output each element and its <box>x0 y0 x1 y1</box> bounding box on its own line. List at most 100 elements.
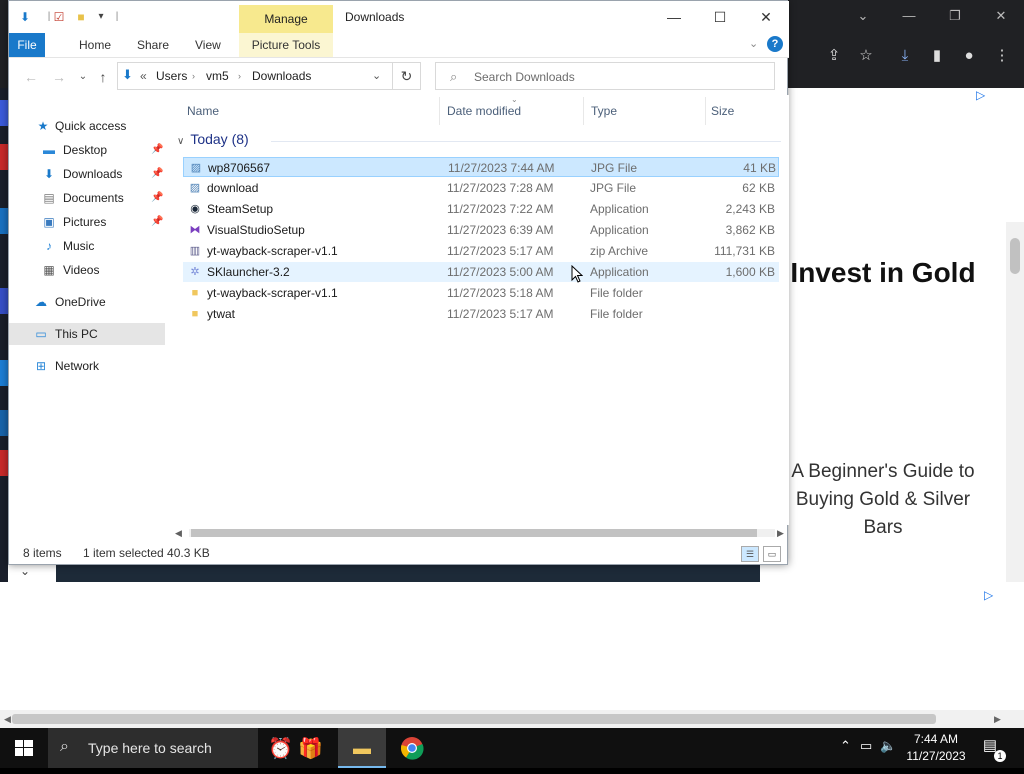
menu-kebab-icon[interactable]: ⋮ <box>990 44 1014 68</box>
nav-item-downloads[interactable]: ⬇ Downloads 📌 <box>9 163 165 185</box>
scroll-thumb[interactable] <box>191 529 757 537</box>
help-icon[interactable]: ? <box>767 36 783 52</box>
nav-item-music[interactable]: ♪ Music <box>9 235 165 257</box>
new-folder-icon[interactable]: ■ <box>73 9 89 25</box>
address-dropdown-icon[interactable]: ⌄ <box>372 69 381 82</box>
breadcrumb-overflow[interactable]: « <box>140 69 147 83</box>
file-row[interactable]: ✲ SKlauncher-3.2 11/27/2023 5:00 AM Appl… <box>183 262 779 282</box>
tab-share[interactable]: Share <box>127 33 179 57</box>
file-row[interactable]: ■ ytwat 11/27/2023 5:17 AM File folder <box>183 304 779 324</box>
forward-arrow-icon[interactable]: → <box>49 67 69 87</box>
nav-network[interactable]: ⊞ Network <box>9 355 165 377</box>
address-bar[interactable]: ⬇ « Users › vm5 › Downloads ⌄ <box>117 62 393 90</box>
file-row[interactable]: ■ yt-wayback-scraper-v1.1 11/27/2023 5:1… <box>183 283 779 303</box>
network-status-icon[interactable]: ▭ <box>860 738 872 754</box>
share-icon[interactable]: ⇪ <box>822 44 846 68</box>
show-hidden-icons-icon[interactable]: ⌃ <box>840 738 851 754</box>
file-row[interactable]: ⧓ VisualStudioSetup 11/27/2023 6:39 AM A… <box>183 220 779 240</box>
page-scrollbar-thumb[interactable] <box>1010 238 1020 274</box>
nav-item-pictures[interactable]: ▣ Pictures 📌 <box>9 211 165 233</box>
clock-widget-icon[interactable]: ⏰ <box>268 736 293 761</box>
tab-picture-tools[interactable]: Picture Tools <box>239 33 333 57</box>
bookmark-star-icon[interactable]: ☆ <box>854 44 878 68</box>
column-header-name[interactable]: Name <box>187 100 219 122</box>
ad-choices-icon[interactable]: ▷ <box>976 88 985 102</box>
search-input[interactable] <box>472 67 766 87</box>
back-arrow-icon[interactable]: ← <box>21 67 41 87</box>
page-scrollbar[interactable] <box>1006 222 1024 582</box>
nav-onedrive[interactable]: ☁ OneDrive <box>9 291 165 313</box>
file-list-horizontal-scrollbar[interactable]: ◀ ▶ <box>171 525 789 541</box>
nav-item-videos[interactable]: ▦ Videos <box>9 259 165 281</box>
quick-access-down-arrow-icon[interactable]: ⬇ <box>17 9 33 25</box>
maximize-button[interactable]: ☐ <box>697 3 743 31</box>
title-bar[interactable]: ⬇ | ☑ ■ ▾ | Manage Downloads — ☐ ✕ <box>9 1 789 33</box>
nav-quick-access[interactable]: ★ Quick access <box>9 115 165 137</box>
manage-tab[interactable]: Manage <box>239 5 333 33</box>
scroll-left-icon[interactable]: ◀ <box>4 710 11 728</box>
pin-icon[interactable]: 📌 <box>151 139 163 161</box>
group-collapse-icon[interactable]: ∨ <box>177 136 184 147</box>
properties-icon[interactable]: ☑ <box>51 9 67 25</box>
tab-view[interactable]: View <box>185 33 231 57</box>
chrome-taskbar-icon[interactable] <box>388 728 436 768</box>
column-separator[interactable] <box>439 97 440 125</box>
taskbar-search[interactable]: ⌕ Type here to search ⏰ 🎁 <box>48 728 323 768</box>
customize-toolbar-icon[interactable]: ▾ <box>93 9 109 25</box>
tab-file[interactable]: File <box>9 33 45 57</box>
breadcrumb-users[interactable]: Users <box>156 69 187 83</box>
scroll-right-icon[interactable]: ▶ <box>994 710 1001 728</box>
close-button[interactable]: ✕ <box>743 3 789 31</box>
pin-icon[interactable]: 📌 <box>151 211 163 233</box>
file-row[interactable]: ▥ yt-wayback-scraper-v1.1 11/27/2023 5:1… <box>183 241 779 261</box>
browser-restore-button[interactable]: ❐ <box>932 2 978 30</box>
breadcrumb-chevron-icon[interactable]: › <box>238 71 241 81</box>
nav-item-documents[interactable]: ▤ Documents 📌 <box>9 187 165 209</box>
pin-icon[interactable]: 📌 <box>151 187 163 209</box>
volume-muted-icon[interactable]: 🔈 <box>880 738 896 754</box>
file-row[interactable]: ▨ wp8706567 11/27/2023 7:44 AM JPG File … <box>183 157 779 177</box>
column-header-size[interactable]: Size <box>711 100 734 122</box>
file-explorer-taskbar-icon[interactable]: ▬ <box>338 728 386 768</box>
browser-close-button[interactable]: ✕ <box>978 2 1024 30</box>
breadcrumb-chevron-icon[interactable]: › <box>192 71 195 81</box>
file-row[interactable]: ◉ SteamSetup 11/27/2023 7:22 AM Applicat… <box>183 199 779 219</box>
up-arrow-icon[interactable]: ↑ <box>93 67 113 87</box>
search-box[interactable]: ⌕ <box>435 62 775 90</box>
collapse-chevron-icon[interactable]: ⌄ <box>20 564 30 578</box>
page-horizontal-scrollbar[interactable]: ◀ ▶ <box>0 710 1024 728</box>
nav-this-pc[interactable]: ▭ This PC <box>9 323 165 345</box>
column-header-date[interactable]: Date modified <box>447 100 521 122</box>
tab-home[interactable]: Home <box>69 33 121 57</box>
file-row[interactable]: ▨ download 11/27/2023 7:28 AM JPG File 6… <box>183 178 779 198</box>
breadcrumb-downloads[interactable]: Downloads <box>252 69 311 83</box>
profile-icon[interactable]: ● <box>957 44 981 68</box>
browser-minimize-button[interactable]: — <box>886 2 932 30</box>
download-icon[interactable]: ⤓ <box>893 44 917 68</box>
column-separator[interactable] <box>583 97 584 125</box>
recent-locations-icon[interactable]: ⌄ <box>73 67 93 87</box>
expand-ribbon-icon[interactable]: ⌄ <box>749 37 758 50</box>
ad-subtitle[interactable]: A Beginner's Guide to Buying Gold & Silv… <box>788 458 978 542</box>
ad-card[interactable]: Invest in Gold A Beginner's Guide to Buy… <box>788 222 988 582</box>
refresh-button[interactable]: ↻ <box>393 62 421 90</box>
minimize-button[interactable]: — <box>651 3 697 31</box>
scroll-left-icon[interactable]: ◀ <box>175 525 182 541</box>
nav-item-desktop[interactable]: ▬ Desktop 📌 <box>9 139 165 161</box>
column-separator[interactable] <box>705 97 706 125</box>
large-icons-view-button[interactable]: ▭ <box>763 546 781 562</box>
pin-icon[interactable]: 📌 <box>151 163 163 185</box>
ad-choices-icon[interactable]: ▷ <box>984 588 993 602</box>
browser-tab-dropdown[interactable]: ⌄ <box>840 2 886 30</box>
details-view-button[interactable]: ☰ <box>741 546 759 562</box>
ad-title[interactable]: Invest in Gold <box>788 252 978 294</box>
group-header-today[interactable]: ∨ Today (8) <box>177 131 249 147</box>
gift-icon[interactable]: 🎁 <box>298 736 323 761</box>
scroll-right-icon[interactable]: ▶ <box>777 525 784 541</box>
page-horizontal-thumb[interactable] <box>12 714 936 724</box>
column-header-type[interactable]: Type <box>591 100 617 122</box>
start-button[interactable] <box>0 728 48 768</box>
side-panel-icon[interactable]: ▮ <box>925 44 949 68</box>
taskbar-clock[interactable]: 7:44 AM 11/27/2023 <box>900 731 972 765</box>
breadcrumb-vm5[interactable]: vm5 <box>206 69 229 83</box>
